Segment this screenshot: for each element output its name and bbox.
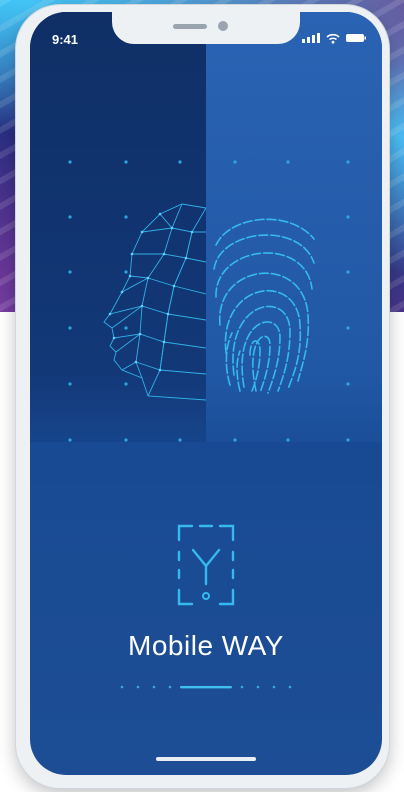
- status-time: 9:41: [52, 32, 79, 47]
- status-icons: [302, 32, 366, 44]
- home-indicator[interactable]: [156, 757, 256, 761]
- front-camera: [218, 21, 228, 31]
- app-screen: 9:41 Mobile WAY: [30, 12, 382, 775]
- signal-icon: [302, 33, 320, 43]
- dot-grid: [68, 160, 350, 442]
- speaker-grille: [173, 24, 207, 29]
- wifi-icon: [326, 33, 340, 44]
- face-wireframe-icon: [103, 203, 206, 401]
- battery-icon: [346, 33, 366, 43]
- notch: [112, 12, 300, 44]
- mobile-way-logo-icon: [177, 524, 235, 606]
- app-name: Mobile WAY: [128, 630, 284, 661]
- page-indicator: [120, 685, 292, 689]
- fingerprint-icon: [213, 218, 315, 394]
